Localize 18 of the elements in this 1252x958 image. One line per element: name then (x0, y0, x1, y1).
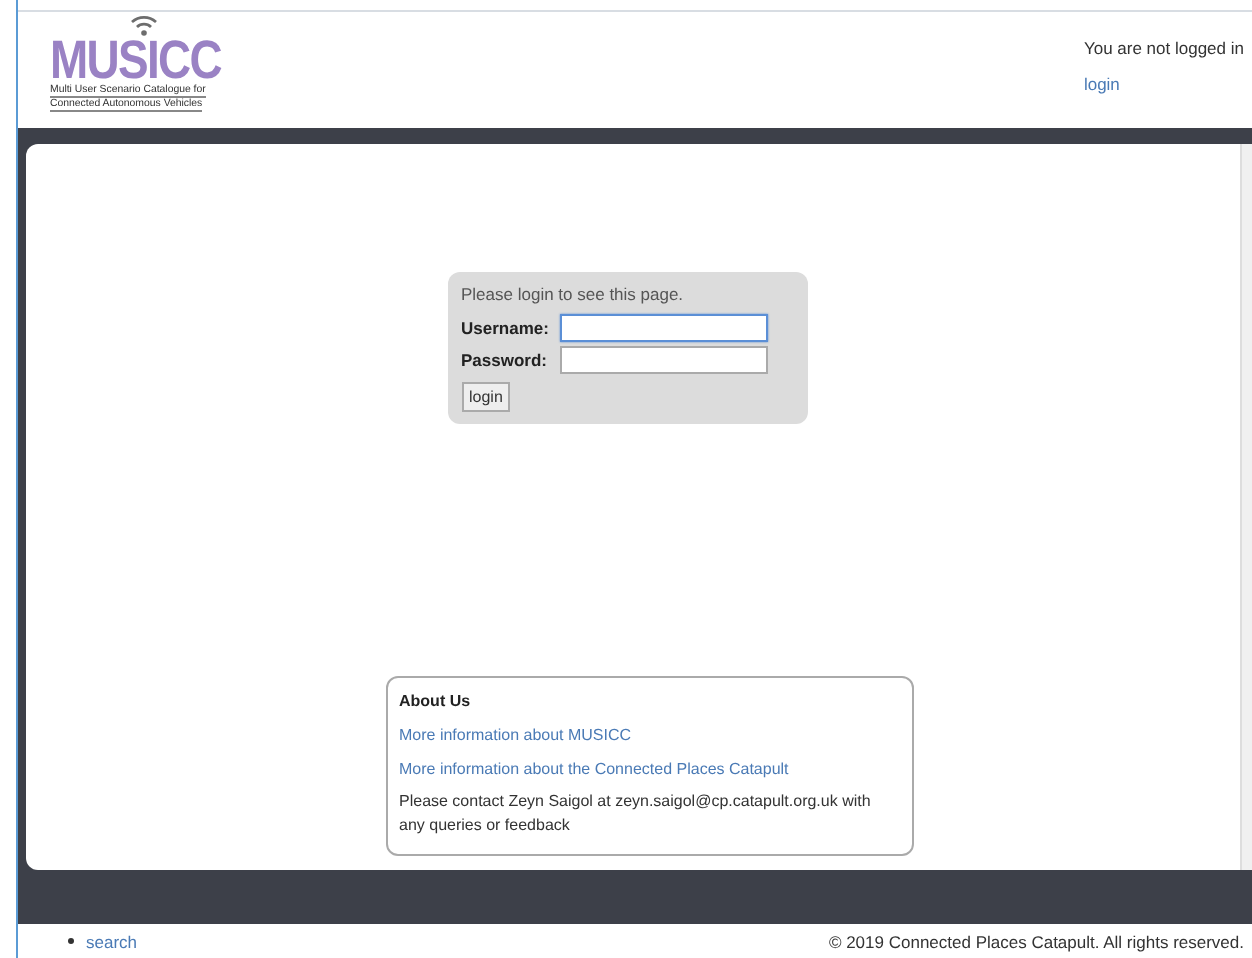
login-button[interactable]: login (461, 382, 511, 412)
contact-text: Please contact Zeyn Saigol at zeyn.saigol@cp.catapult.org.uk with any queries or feedback (399, 790, 873, 838)
input-field[interactable] (559, 314, 767, 342)
scrollbar[interactable] (1240, 144, 1252, 870)
logo-title: MUSICC (50, 36, 221, 84)
field-label: Username: (461, 318, 551, 338)
search-link[interactable]: search (86, 931, 138, 951)
info-link[interactable]: More information about MUSICC (399, 726, 899, 744)
bullet-icon (68, 938, 74, 944)
copyright-text: © 2019 Connected Places Catapult. All rights reserved. (828, 931, 1244, 951)
about-title: About Us (399, 692, 473, 710)
login-link[interactable]: login (1083, 74, 1120, 94)
info-link[interactable]: More information about the Connected Places Catapult (399, 760, 899, 778)
login-message: Please login to see this page. (461, 284, 686, 304)
wifi-icon (130, 16, 158, 36)
field-label: Password: (461, 350, 549, 370)
input-field[interactable] (559, 346, 767, 374)
login-status: You are not logged in (1083, 38, 1244, 58)
